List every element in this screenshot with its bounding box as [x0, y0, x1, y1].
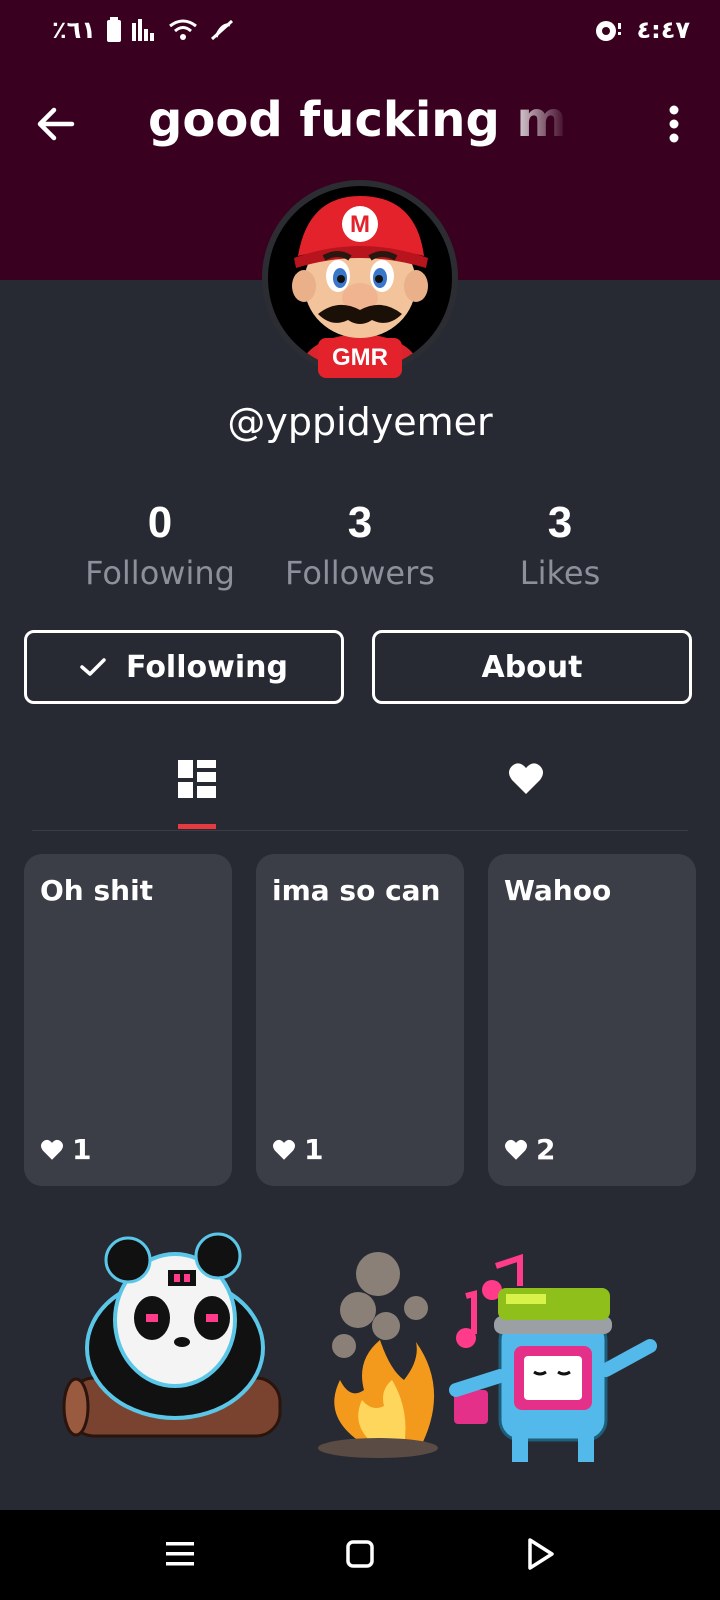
status-icons-left: ٪٦١	[52, 16, 236, 44]
following-button-label: Following	[126, 649, 288, 685]
clock: ٤:٤٧	[636, 16, 690, 44]
about-button-label: About	[481, 649, 583, 685]
post-likes: 1	[40, 1133, 91, 1166]
back-triangle-icon[interactable]	[518, 1532, 562, 1576]
content-tabs	[32, 740, 688, 831]
page-title: good fucking mari	[148, 92, 568, 148]
post-likes: 2	[504, 1133, 555, 1166]
location-off-icon	[210, 19, 233, 41]
svg-text:M: M	[350, 211, 370, 238]
heart-icon	[273, 1139, 295, 1160]
active-tab-indicator	[178, 824, 216, 829]
following-button[interactable]: Following	[24, 630, 344, 704]
wifi-icon	[169, 19, 197, 40]
post-card[interactable]: Wahoo 2	[488, 854, 696, 1186]
post-like-count: 1	[72, 1133, 92, 1166]
stat-label: Following	[85, 554, 235, 592]
stat-label: Likes	[519, 554, 601, 592]
back-arrow-icon[interactable]	[32, 100, 80, 148]
battery-percent: ٪٦١	[52, 16, 96, 44]
username: @yppidyemer	[227, 400, 493, 444]
signal-icon	[131, 19, 154, 41]
post-title: Wahoo	[504, 874, 612, 907]
stat-value: 3	[547, 498, 573, 547]
post-likes: 1	[272, 1133, 323, 1166]
stat-value: 0	[147, 498, 173, 547]
system-navigation-bar	[0, 1510, 720, 1600]
post-like-count: 1	[304, 1133, 324, 1166]
stat-value: 3	[347, 498, 373, 547]
post-title: Oh shit	[40, 874, 154, 907]
post-card[interactable]: ima so can 1	[256, 854, 464, 1186]
home-icon[interactable]	[338, 1532, 382, 1576]
avatar-badge: GMR	[318, 338, 402, 378]
heart-icon[interactable]	[508, 762, 544, 796]
status-bar: ٪٦١ ٤:٤٧	[0, 0, 720, 64]
stat-followers[interactable]: 3 Followers	[260, 498, 460, 592]
more-options-icon[interactable]	[660, 100, 688, 148]
post-like-count: 2	[536, 1133, 556, 1166]
heart-icon	[505, 1139, 527, 1160]
recent-apps-icon[interactable]	[158, 1532, 202, 1576]
check-icon	[80, 658, 106, 676]
post-card[interactable]: Oh shit 1	[24, 854, 232, 1186]
grid-icon[interactable]	[178, 760, 216, 798]
status-icons-right: ٤:٤٧	[594, 16, 690, 44]
stat-likes[interactable]: 3 Likes	[460, 498, 660, 592]
stat-label: Followers	[285, 554, 435, 592]
campfire-illustration	[62, 1232, 657, 1462]
stat-following[interactable]: 0 Following	[60, 498, 260, 592]
battery-icon	[106, 17, 121, 42]
notification-icon	[596, 21, 622, 41]
about-button[interactable]: About	[372, 630, 692, 704]
post-title: ima so can	[272, 874, 441, 907]
heart-icon	[41, 1139, 63, 1160]
